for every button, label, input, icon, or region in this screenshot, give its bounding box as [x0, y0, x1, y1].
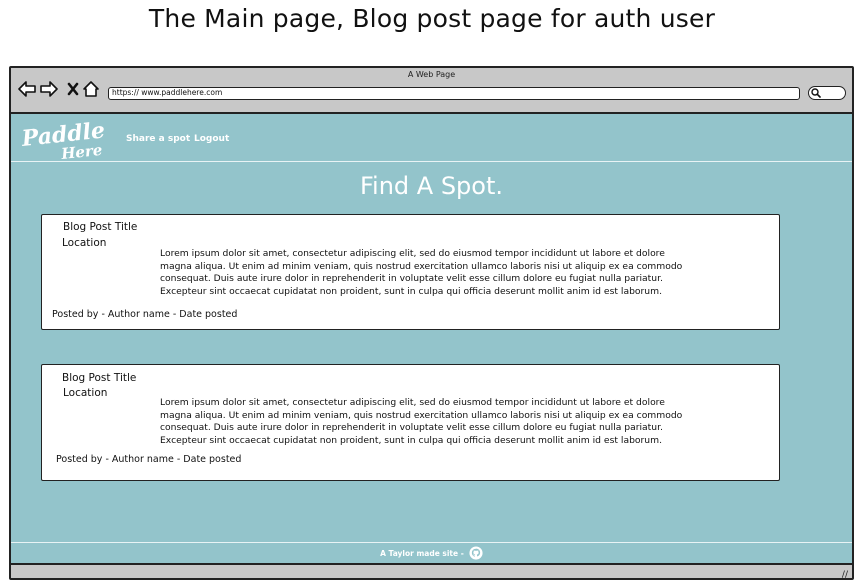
site-footer: A Taylor made site -	[11, 542, 852, 563]
resize-grip-icon[interactable]: //	[842, 570, 848, 578]
post-body: Lorem ipsum dolor sit amet, consectetur …	[160, 248, 683, 297]
post-meta: Posted by - Author name - Date posted	[52, 309, 238, 320]
blog-post-card[interactable]: Blog Post Title Location Lorem ipsum dol…	[41, 214, 780, 330]
search-icon	[811, 88, 821, 98]
post-title[interactable]: Blog Post Title	[63, 221, 137, 233]
post-meta: Posted by - Author name - Date posted	[56, 454, 242, 465]
blog-post-card[interactable]: Blog Post Title Location Lorem ipsum dol…	[41, 364, 780, 481]
browser-window: A Web Page https:// www.paddlehere.com P…	[9, 66, 854, 580]
close-icon[interactable]	[64, 80, 82, 98]
page-content: Paddle Here Share a spot Logout Find A S…	[11, 114, 852, 563]
url-input[interactable]: https:// www.paddlehere.com	[108, 87, 800, 100]
footer-text: A Taylor made site -	[380, 548, 464, 558]
logo-line2: Here	[59, 141, 103, 160]
site-navbar: Paddle Here Share a spot Logout	[11, 114, 852, 162]
paddle-here-logo[interactable]: Paddle Here	[21, 120, 107, 160]
back-arrow-icon[interactable]	[18, 80, 36, 98]
forward-arrow-icon[interactable]	[40, 80, 58, 98]
nav-logout[interactable]: Logout	[194, 134, 229, 144]
post-title[interactable]: Blog Post Title	[62, 372, 136, 384]
nav-share-a-spot[interactable]: Share a spot	[126, 134, 190, 144]
github-icon[interactable]	[469, 546, 483, 560]
window-title: A Web Page	[407, 70, 456, 79]
page-title: Find A Spot.	[359, 172, 504, 200]
wireframe-caption: The Main page, Blog post page for auth u…	[148, 4, 716, 33]
browser-statusbar: //	[11, 563, 852, 578]
browser-search-box[interactable]	[808, 86, 846, 100]
post-location: Location	[62, 237, 107, 249]
browser-titlebar: A Web Page https:// www.paddlehere.com	[11, 68, 852, 114]
post-body: Lorem ipsum dolor sit amet, consectetur …	[160, 397, 683, 446]
home-icon[interactable]	[82, 80, 100, 98]
post-location: Location	[63, 387, 108, 399]
